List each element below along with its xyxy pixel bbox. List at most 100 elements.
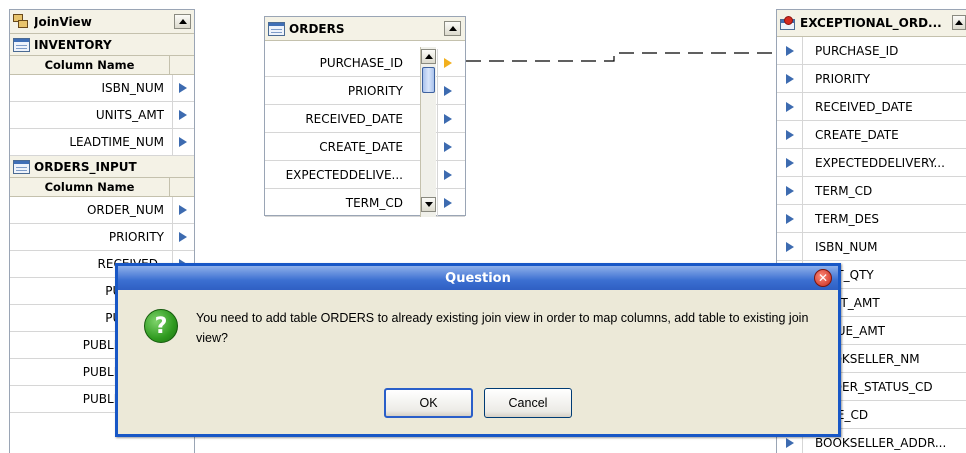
- arrow-right-icon: [179, 232, 187, 242]
- scroll-down-button[interactable]: [421, 197, 436, 212]
- orders-input-column-header: Column Name: [10, 178, 194, 197]
- scroll-thumb[interactable]: [422, 67, 435, 93]
- collapse-button[interactable]: [174, 14, 191, 29]
- column-name-header: Column Name: [10, 178, 170, 196]
- table-row[interactable]: RECEIVED_DATE: [777, 93, 966, 121]
- exceptional-titlebar[interactable]: EXCEPTIONAL_ORD...: [777, 10, 966, 37]
- table-row[interactable]: CREATE_DATE: [777, 121, 966, 149]
- table-row[interactable]: UNITS_AMT: [10, 102, 194, 129]
- column-link-arrow[interactable]: [172, 129, 193, 155]
- arrow-right-icon: [444, 57, 452, 68]
- joinview-title: JoinView: [34, 14, 92, 29]
- column-link-arrow[interactable]: [172, 75, 193, 101]
- column-link-arrow[interactable]: [172, 197, 193, 223]
- column-link-arrow[interactable]: [172, 224, 193, 250]
- arrow-right-icon: [785, 129, 794, 140]
- table-icon: [268, 21, 285, 36]
- inventory-header[interactable]: INVENTORY: [10, 34, 194, 56]
- scroll-up-button[interactable]: [421, 49, 436, 64]
- collapse-up-icon: [178, 19, 187, 24]
- column-link-arrow[interactable]: [777, 149, 803, 176]
- column-name: ISBN_NUM: [815, 239, 878, 254]
- column-name: ORDER_NUM: [86, 203, 164, 217]
- arrow-right-icon: [785, 185, 794, 196]
- column-name: EXPECTEDDELIVERY...: [815, 155, 945, 170]
- table-row[interactable]: LEADTIME_NUM: [10, 129, 194, 156]
- mapping-link-line: [466, 52, 778, 62]
- arrow-right-icon: [444, 169, 452, 180]
- table-row[interactable]: ISBN_NUM: [777, 233, 966, 261]
- column-name: CREATE_DATE: [815, 127, 899, 142]
- orders-input-title: ORDERS_INPUT: [34, 159, 137, 174]
- arrow-right-icon: [179, 205, 187, 215]
- table-row[interactable]: EXPECTEDDELIVERY...: [777, 149, 966, 177]
- column-link-arrow[interactable]: [777, 37, 803, 64]
- cancel-button[interactable]: Cancel: [484, 388, 572, 418]
- table-row[interactable]: PRIORITY: [10, 224, 194, 251]
- column-link-arrow[interactable]: [172, 102, 193, 128]
- column-name: CREATE_DATE: [319, 139, 403, 154]
- column-link-arrow[interactable]: [437, 49, 458, 76]
- column-link-arrow[interactable]: [777, 205, 803, 232]
- column-name: TERM_DES: [815, 211, 880, 226]
- arrow-right-icon: [444, 197, 452, 208]
- scroll-down-icon: [424, 202, 433, 207]
- orders-input-header[interactable]: ORDERS_INPUT: [10, 156, 194, 178]
- column-link-arrow[interactable]: [777, 233, 803, 260]
- table-row[interactable]: PURCHASE_ID: [777, 37, 966, 65]
- table-icon: [13, 159, 30, 174]
- collapse-up-icon: [955, 20, 963, 25]
- inventory-column-header: Column Name: [10, 56, 194, 75]
- column-link-arrow[interactable]: [437, 77, 458, 104]
- arrow-right-icon: [785, 213, 794, 224]
- exceptional-title: EXCEPTIONAL_ORD...: [800, 16, 942, 30]
- arrow-right-icon: [179, 83, 187, 93]
- joinview-titlebar[interactable]: JoinView: [10, 10, 194, 34]
- column-link-arrow[interactable]: [437, 189, 458, 216]
- arrow-right-icon: [785, 157, 794, 168]
- error-table-icon: [780, 15, 798, 31]
- arrow-right-icon: [785, 241, 794, 252]
- arrow-right-icon: [444, 85, 452, 96]
- dialog-titlebar[interactable]: Question ✕: [118, 266, 838, 290]
- column-link-arrow[interactable]: [777, 93, 803, 120]
- column-link-arrow[interactable]: [777, 65, 803, 92]
- dialog-title: Question: [445, 270, 511, 286]
- column-name: BOOKSELLER_ADDR...: [815, 435, 947, 450]
- arrow-right-icon: [785, 45, 794, 56]
- table-row[interactable]: ISBN_NUM: [10, 75, 194, 102]
- column-name: PURCHASE_ID: [815, 43, 899, 58]
- orders-panel: ORDERS PURCHASE_ID PRIORITY RECEIVED_DATE C…: [264, 16, 466, 217]
- column-name: TERM_CD: [345, 195, 403, 210]
- arrow-right-icon: [785, 101, 794, 112]
- collapse-up-icon: [448, 26, 457, 31]
- orders-title: ORDERS: [289, 21, 345, 36]
- collapse-button[interactable]: [444, 21, 461, 36]
- ok-button[interactable]: OK: [384, 388, 473, 418]
- arrow-right-icon: [785, 437, 794, 448]
- table-row[interactable]: ORDER_NUM: [10, 197, 194, 224]
- column-link-arrow[interactable]: [777, 177, 803, 204]
- table-row[interactable]: PRIORITY: [777, 65, 966, 93]
- orders-titlebar[interactable]: ORDERS: [265, 17, 465, 41]
- question-dialog: Question ✕ ? You need to add table ORDER…: [115, 263, 841, 437]
- orders-scrollbar[interactable]: [420, 47, 436, 217]
- column-link-arrow[interactable]: [437, 133, 458, 160]
- dialog-message: You need to add table ORDERS to already …: [196, 311, 809, 345]
- column-name: PRIORITY: [347, 83, 403, 98]
- question-icon: ?: [144, 309, 178, 343]
- collapse-button[interactable]: [952, 15, 966, 30]
- column-name: PURCHASE_ID: [319, 55, 403, 70]
- column-link-arrow[interactable]: [437, 105, 458, 132]
- column-name: EXPECTEDDELIVE...: [285, 167, 403, 182]
- table-row[interactable]: TERM_DES: [777, 205, 966, 233]
- column-name: PRIORITY: [815, 71, 871, 86]
- arrow-right-icon: [179, 110, 187, 120]
- column-link-arrow[interactable]: [777, 121, 803, 148]
- column-name: RECEIVED_DATE: [305, 111, 403, 126]
- table-row[interactable]: TERM_CD: [777, 177, 966, 205]
- column-link-arrow[interactable]: [437, 161, 458, 188]
- column-name-header: Column Name: [10, 56, 170, 74]
- scroll-up-icon: [424, 54, 433, 59]
- close-icon[interactable]: ✕: [814, 269, 832, 287]
